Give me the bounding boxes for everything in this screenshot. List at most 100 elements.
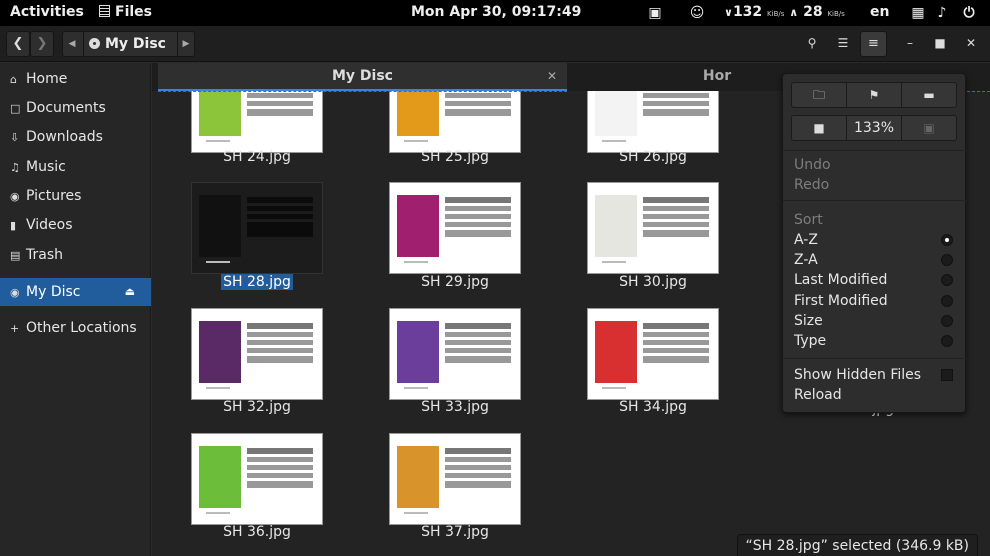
activities-button[interactable]: Activities xyxy=(10,4,84,20)
thumbnail-caption xyxy=(602,387,626,389)
file-thumbnail[interactable] xyxy=(587,182,719,274)
file-thumbnail[interactable] xyxy=(389,308,521,400)
sort-option[interactable]: First Modified xyxy=(794,291,959,311)
thumbnail-caption xyxy=(206,512,230,514)
sort-radio-button[interactable] xyxy=(941,335,953,347)
clipboard-icon[interactable]: ▣ xyxy=(646,4,664,22)
hamburger-icon: ≡ xyxy=(868,36,879,51)
thumbnail-text-lines xyxy=(247,448,313,488)
eject-icon[interactable]: ⏏ xyxy=(125,278,135,306)
tab-my-disc[interactable]: My Disc ✕ xyxy=(158,63,567,91)
file-name[interactable]: SH 26.jpg xyxy=(587,149,719,165)
thumbnail-text-lines xyxy=(445,323,511,363)
menu-button[interactable]: ≡ xyxy=(860,31,887,57)
status-bar: “SH 28.jpg” selected (346.9 kB) xyxy=(736,534,978,556)
minimize-icon: – xyxy=(907,36,913,50)
file-name[interactable]: SH 29.jpg xyxy=(389,274,521,290)
thumbnail-caption xyxy=(404,512,428,514)
forward-button[interactable]: ❯ xyxy=(30,31,54,57)
path-scroll-left-icon[interactable]: ◀ xyxy=(63,32,81,56)
sidebar-item-music[interactable]: ♫ Music xyxy=(0,153,151,181)
zoom-reset-button[interactable]: 133% xyxy=(846,115,902,141)
file-name[interactable]: SH 28.jpg xyxy=(191,274,323,290)
thumbnail-photo xyxy=(397,195,439,257)
redo-item[interactable]: Redo xyxy=(794,175,959,195)
file-name[interactable]: SH 30.jpg xyxy=(587,274,719,290)
file-thumbnail[interactable] xyxy=(389,433,521,525)
sort-option[interactable]: Type xyxy=(794,331,959,351)
thumbnail-caption xyxy=(206,387,230,389)
clock[interactable]: Mon Apr 30, 09:17:49 xyxy=(411,4,581,20)
file-name[interactable]: SH 33.jpg xyxy=(389,399,521,415)
view-toggle-button[interactable]: ☰ xyxy=(830,31,856,57)
minimize-button[interactable]: – xyxy=(898,31,922,57)
sidebar-item-documents[interactable]: □ Documents xyxy=(0,94,151,122)
file-name-label: SH 32.jpg xyxy=(223,399,291,415)
tab-label: Hor xyxy=(702,68,732,84)
sidebar-item-home[interactable]: ⌂ Home xyxy=(0,65,151,93)
sort-option[interactable]: Size xyxy=(794,311,959,331)
sort-option[interactable]: Last Modified xyxy=(794,270,959,290)
undo-item[interactable]: Undo xyxy=(794,155,959,175)
file-name[interactable]: SH 36.jpg xyxy=(191,524,323,540)
show-hidden-label: Show Hidden Files xyxy=(794,367,922,383)
sort-option[interactable]: A-Z xyxy=(794,230,959,250)
maximize-button[interactable]: ■ xyxy=(928,31,952,57)
zoom-out-button[interactable]: ■ xyxy=(791,115,847,141)
power-icon[interactable]: ⏻ xyxy=(960,4,978,22)
network-icon[interactable]: ▦ xyxy=(909,4,927,22)
file-name[interactable]: SH 25.jpg xyxy=(389,149,521,165)
sort-radio-button[interactable] xyxy=(941,234,953,246)
file-thumbnail[interactable] xyxy=(191,182,323,274)
plus-icon: + xyxy=(10,322,20,335)
path-scroll-right-icon[interactable]: ▶ xyxy=(177,32,195,56)
app-menu[interactable]: Files xyxy=(99,4,152,20)
sort-radio-button[interactable] xyxy=(941,294,953,307)
sidebar-item-downloads[interactable]: ⇩ Downloads xyxy=(0,123,151,151)
show-hidden-files-item[interactable]: Show Hidden Files xyxy=(794,365,959,385)
new-tab-button[interactable]: ▬ xyxy=(901,82,957,108)
file-name[interactable]: SH 24.jpg xyxy=(191,149,323,165)
file-thumbnail[interactable] xyxy=(389,182,521,274)
sort-radio-button[interactable] xyxy=(941,314,953,327)
search-button[interactable]: ⚲ xyxy=(799,31,825,57)
sidebar-item-my-disc[interactable]: ◉ My Disc ⏏ xyxy=(0,278,151,306)
thumbnail-caption xyxy=(206,140,230,142)
reload-item[interactable]: Reload xyxy=(794,385,959,405)
sort-option-label: A-Z xyxy=(794,232,818,248)
sort-radio-button[interactable] xyxy=(941,254,953,267)
sidebar-item-other-locations[interactable]: + Other Locations xyxy=(0,314,151,342)
sidebar-item-videos[interactable]: ▮ Videos xyxy=(0,211,151,239)
close-tab-icon[interactable]: ✕ xyxy=(547,63,557,89)
menu-separator xyxy=(783,358,967,359)
file-thumbnail[interactable] xyxy=(191,433,323,525)
sidebar-item-label: Home xyxy=(26,71,68,87)
thumbnail-photo xyxy=(199,446,241,508)
path-current-location[interactable]: My Disc xyxy=(83,32,178,56)
music-icon: ♫ xyxy=(10,161,20,174)
sidebar-item-trash[interactable]: ▤ Trash xyxy=(0,241,151,269)
sort-radio-button[interactable] xyxy=(941,274,953,287)
file-name-label: SH 28.jpg xyxy=(221,274,293,290)
file-name[interactable]: SH 34.jpg xyxy=(587,399,719,415)
back-button[interactable]: ❮ xyxy=(6,31,30,57)
thumbnail-caption xyxy=(602,140,626,142)
file-thumbnail[interactable] xyxy=(587,308,719,400)
sidebar-item-pictures[interactable]: ◉ Pictures xyxy=(0,182,151,210)
accessibility-icon[interactable]: ☺ xyxy=(688,4,706,22)
file-name[interactable]: SH 32.jpg xyxy=(191,399,323,415)
bookmark-button[interactable]: ⚑ xyxy=(846,82,902,108)
video-icon: ▮ xyxy=(10,219,17,232)
volume-icon[interactable]: ♪ xyxy=(933,4,951,22)
file-thumbnail[interactable] xyxy=(191,308,323,400)
zoom-in-button[interactable]: ▣ xyxy=(901,115,957,141)
show-hidden-checkbox[interactable] xyxy=(941,369,953,381)
sort-option[interactable]: Z-A xyxy=(794,250,959,270)
close-button[interactable]: ✕ xyxy=(958,31,984,57)
new-folder-button[interactable]: 🗀 xyxy=(791,82,847,108)
thumbnail-caption xyxy=(206,261,230,263)
file-name-label: SH 36.jpg xyxy=(223,524,291,540)
zoom-in-icon: ▣ xyxy=(923,121,935,135)
file-name[interactable]: SH 37.jpg xyxy=(389,524,521,540)
language-indicator[interactable]: en xyxy=(870,4,889,20)
